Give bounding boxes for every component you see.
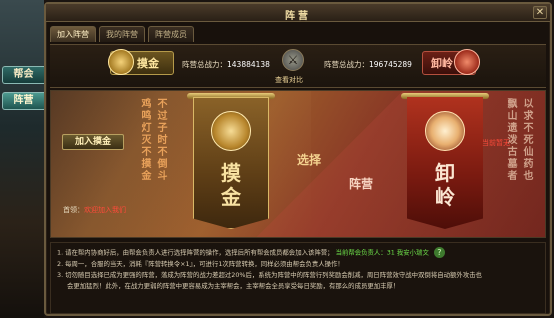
tab-join-faction[interactable]: 加入阵营 [50,26,96,42]
select-word: 选择 [297,153,322,167]
faction-header: 摸金 阵营总战力：143884138 ⚔ 查看对比 阵营总战力：19674528… [50,44,546,88]
crossed-swords-icon[interactable]: ⚔ [282,49,304,71]
power-left: 阵营总战力：143884138 [182,59,270,70]
join-mojin-button[interactable]: 加入摸金 [62,134,124,150]
banner-xieling[interactable]: 卸岭 [401,93,489,233]
tab-my-faction[interactable]: 我的阵营 [99,26,145,42]
note-line-1: 1. 请在帮内协商好后，由帮会负责人进行选择阵营的操作，选择后所有帮会成员都会加… [57,247,539,259]
dragon-emblem-icon [108,49,134,75]
phoenix-emblem-icon [454,49,480,75]
faction-select-area: 鸡鸣灯灭不摸金 不过子时不倒斗 摸金 选择 阵营 卸岭 飘山遗泼古墓者 以求不死… [50,90,546,238]
dragon-emblem-icon [211,111,251,151]
power-right: 阵营总战力：196745289 [324,59,412,70]
phoenix-emblem-icon [425,111,465,151]
power-left-value: 143884138 [227,60,270,69]
note-line-3: 3. 切勿随目选择已成为更强的阵营，落成为阵营的战力差超过20%后，系统为阵营中… [57,270,482,279]
note-line-3b: 会更加猛烈！此外，在战力更弱的阵营中更容易成为主宰帮会，主宰帮会全员享受每日奖励… [67,281,400,290]
couplet-left-1: 鸡鸣灯灭不摸金 [141,99,152,182]
leader-right-name: 当前暂无 [482,139,510,147]
help-icon[interactable]: ? [433,247,445,258]
note-text-1: 1. 请在帮内协商好后，由帮会负责人进行选择阵营的操作，选择后所有帮会成员都会加… [57,248,334,257]
game-background [0,0,44,318]
side-tab-guild[interactable]: 帮会 [2,66,44,84]
close-button[interactable]: ✕ [533,6,547,19]
compare-label[interactable]: 查看对比 [275,75,303,85]
couplet-right-2: 以求不死仙药也 [523,99,534,182]
tab-bar: 加入阵营 我的阵营 阵营成员 [50,26,194,42]
power-right-value: 196745289 [369,60,412,69]
leader-left-name: 欢迎加入我们 [84,206,126,214]
side-tab-faction[interactable]: 阵营 [2,92,44,110]
title-bar: 阵营 ✕ [46,4,550,22]
couplet-left-2: 不过子时不倒斗 [157,99,168,182]
current-leader-status: 当前帮会负责人：31 我安小瑞文 [335,248,429,257]
window-title: 阵营 [285,11,311,22]
leader-left-label: 首领： [63,206,84,214]
power-left-label: 阵营总战力： [182,60,227,69]
rules-notes: 1. 请在帮内协商好后，由帮会负责人进行选择阵营的操作，选择后所有帮会成员都会加… [50,242,546,314]
tab-faction-members[interactable]: 阵营成员 [148,26,194,42]
faction-word: 阵营 [349,177,374,191]
faction-window: 阵营 ✕ 加入阵营 我的阵营 阵营成员 摸金 阵营总战力：143884138 ⚔… [44,2,552,316]
leader-left: 首领：欢迎加入我们 [63,205,126,215]
banner-mojin-name: 摸金 [221,161,241,209]
banner-xieling-name: 卸岭 [435,161,455,209]
note-line-2: 2. 每周一，合服的当天，消耗『阵营转换令×1』，可进行1次阵营转换，同样必须由… [57,259,344,268]
power-right-label: 阵营总战力： [324,60,369,69]
banner-mojin[interactable]: 摸金 [187,93,275,233]
